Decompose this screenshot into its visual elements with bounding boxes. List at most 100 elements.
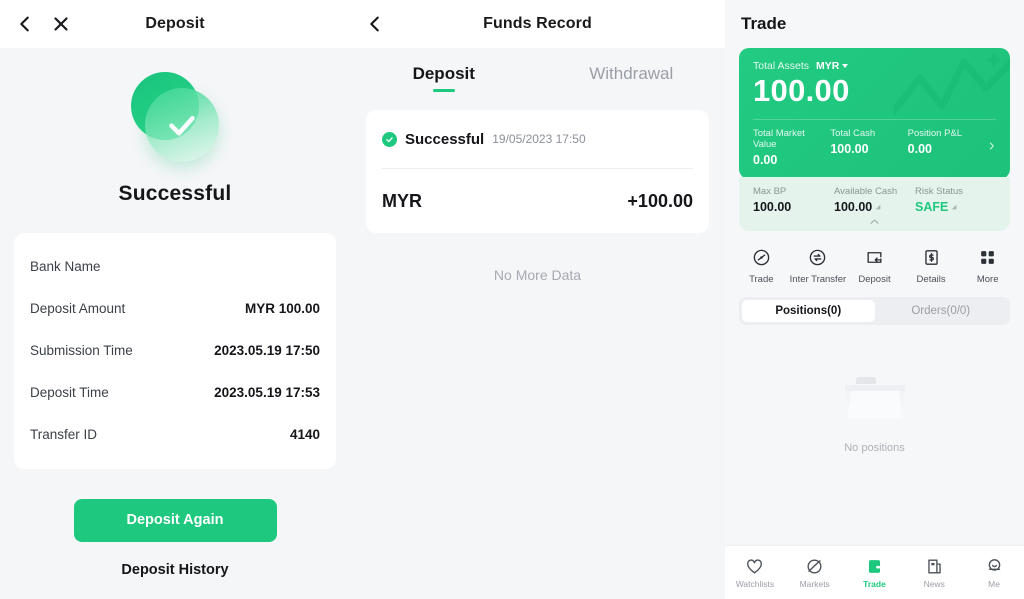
action-deposit[interactable]: Deposit [846, 245, 903, 285]
stat-value: 100.00 [830, 142, 869, 156]
action-label: Trade [749, 274, 774, 285]
record-amount-row: MYR +100.00 [382, 169, 693, 233]
action-details[interactable]: Details [903, 245, 960, 285]
detail-label: Deposit Amount [30, 300, 126, 316]
page-title: Funds Record [483, 15, 592, 32]
stat-value: 100.00 [834, 200, 915, 214]
quick-actions: Trade Inter Transfer Deposit Details Mor… [725, 231, 1024, 293]
detail-label: Deposit Time [30, 384, 109, 400]
positions-orders-segmented: Positions(0) Orders(0/0) [725, 293, 1024, 325]
heart-icon [725, 556, 785, 576]
nav-item-me[interactable]: Me [964, 556, 1024, 589]
details-document-icon [903, 245, 960, 269]
success-check-icon [127, 70, 223, 166]
stat-position-pl: Position P&L 0.00 [908, 128, 985, 156]
close-icon[interactable] [50, 13, 72, 35]
grid-more-icon [959, 245, 1016, 269]
news-icon [904, 556, 964, 576]
success-title: Successful [118, 182, 232, 205]
nav-label: Markets [799, 579, 830, 589]
detail-value: 2023.05.19 17:53 [214, 384, 320, 400]
nav-label: Me [988, 579, 1000, 589]
divider [753, 119, 996, 120]
asset-summary: Total Assets MYR 100.00 Total Market Val… [739, 48, 1010, 231]
stat-label: Total Market Value [753, 128, 805, 150]
record-amount: +100.00 [627, 190, 693, 211]
stat-max-bp: Max BP 100.00 [753, 186, 834, 214]
funds-record-tabs: Deposit Withdrawal [350, 48, 725, 100]
detail-label: Transfer ID [30, 426, 98, 442]
success-hero: Successful [14, 48, 336, 206]
action-label: Inter Transfer [789, 274, 847, 285]
deposit-again-button[interactable]: Deposit Again [73, 499, 277, 542]
table-row: Bank Name [30, 245, 320, 287]
stat-available-cash: Available Cash 100.00 [834, 186, 915, 214]
total-assets-label: Total Assets [753, 60, 810, 72]
empty-folder-icon [844, 377, 905, 419]
status-badge: Successful [405, 130, 485, 148]
nav-item-markets[interactable]: Markets [785, 556, 845, 589]
stat-value: 0.00 [907, 142, 932, 156]
total-assets-card[interactable]: Total Assets MYR 100.00 Total Market Val… [739, 48, 1010, 179]
detail-value: MYR 100.00 [244, 300, 320, 316]
nav-label: Trade [863, 579, 886, 589]
info-icon[interactable] [951, 204, 957, 210]
table-row: Transfer ID 4140 [30, 413, 320, 455]
record-currency: MYR [382, 190, 422, 211]
detail-label: Submission Time [30, 342, 133, 358]
empty-state: No positions [725, 325, 1024, 454]
stat-risk-status: Risk Status SAFE [915, 186, 996, 214]
stat-label: Total Cash [830, 128, 876, 139]
deposit-detail-card: Bank Name Deposit Amount MYR 100.00 Subm… [14, 233, 336, 469]
funds-record-navbar: Funds Record [350, 0, 725, 48]
record-header: Successful 19/05/2023 17:50 [382, 110, 693, 168]
total-assets-value: 100.00 [753, 73, 850, 108]
chevron-up-icon[interactable] [753, 217, 996, 227]
table-row: Deposit Time 2023.05.19 17:53 [30, 371, 320, 413]
deposit-history-link[interactable]: Deposit History [14, 562, 336, 578]
action-more[interactable]: More [959, 245, 1016, 285]
tab-withdrawal[interactable]: Withdrawal [538, 64, 726, 84]
deposit-navbar: Deposit [0, 0, 350, 48]
stat-total-market-value: Total Market Value 0.00 [753, 128, 830, 167]
action-label: More [976, 274, 999, 285]
stat-label: Available Cash [834, 186, 898, 197]
page-title: Trade [741, 14, 787, 33]
deposit-result-panel: Deposit Successful Bank Name Deposit Amo… [0, 0, 350, 599]
person-icon [964, 556, 1024, 576]
app-screenshot: Deposit Successful Bank Name Deposit Amo… [0, 0, 1024, 599]
detail-value: 2023.05.19 17:50 [214, 342, 320, 358]
record-timestamp: 19/05/2023 17:50 [492, 132, 586, 146]
nav-item-watchlists[interactable]: Watchlists [725, 556, 785, 589]
action-trade[interactable]: Trade [733, 245, 790, 285]
stat-label: Position P&L [907, 128, 963, 139]
deposit-card-icon [846, 245, 903, 269]
table-row: Submission Time 2023.05.19 17:50 [30, 329, 320, 371]
bottom-navigation: Watchlists Markets Trade News Me [725, 545, 1024, 599]
stat-label: Max BP [753, 186, 787, 197]
chevron-left-icon[interactable] [14, 13, 36, 35]
nav-item-trade[interactable]: Trade [845, 556, 905, 589]
chevron-right-icon[interactable] [985, 139, 996, 156]
no-more-data-label: No More Data [493, 267, 582, 283]
transfer-circle-icon [790, 245, 847, 269]
info-icon[interactable] [875, 204, 881, 210]
tab-positions[interactable]: Positions(0) [742, 300, 875, 322]
check-circle-icon [382, 131, 397, 147]
list-item[interactable]: Successful 19/05/2023 17:50 MYR +100.00 [366, 110, 709, 233]
action-label: Details [916, 274, 946, 285]
planet-icon [785, 556, 845, 576]
stat-value: 0.00 [753, 153, 778, 167]
detail-value: 4140 [289, 426, 320, 442]
tab-orders[interactable]: Orders(0/0) [875, 300, 1008, 322]
stat-total-cash: Total Cash 100.00 [830, 128, 907, 156]
chevron-left-icon[interactable] [364, 13, 386, 35]
stat-value: 100.00 [753, 200, 792, 214]
action-inter-transfer[interactable]: Inter Transfer [790, 245, 847, 285]
currency-selector[interactable]: MYR [816, 60, 849, 72]
deposit-result-body: Successful Bank Name Deposit Amount MYR … [0, 48, 350, 578]
nav-item-news[interactable]: News [904, 556, 964, 589]
table-row: Deposit Amount MYR 100.00 [30, 287, 320, 329]
nav-label: News [923, 579, 945, 589]
tab-deposit[interactable]: Deposit [350, 64, 538, 84]
